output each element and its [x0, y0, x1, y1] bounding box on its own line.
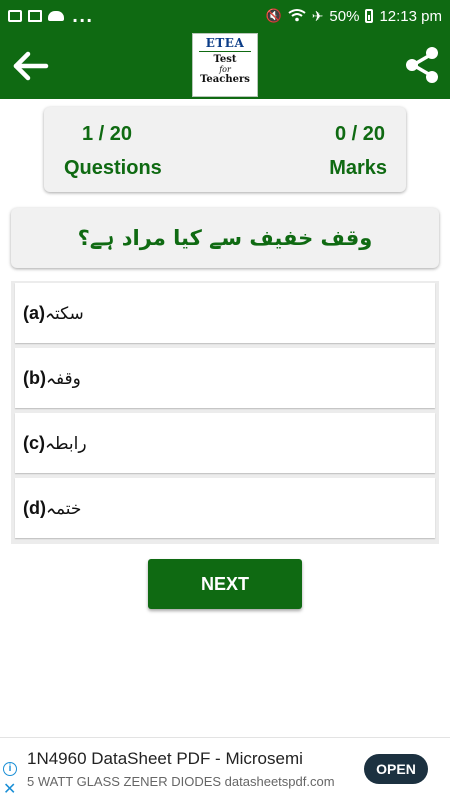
notification-icons: ...: [8, 7, 93, 26]
logo-line-teachers: Teachers: [200, 74, 250, 85]
ad-info-icon[interactable]: i: [3, 762, 17, 776]
system-status: 🔇 ✈ 50% 12:13 pm: [266, 8, 443, 25]
more-notifications-indicator: ...: [72, 6, 94, 26]
option-d[interactable]: (d) ختمہ: [15, 478, 435, 538]
option-letter: (b): [23, 367, 46, 388]
option-b[interactable]: (b) وقفہ: [15, 348, 435, 408]
option-a[interactable]: (a) سکتہ: [15, 283, 435, 343]
option-text: سکتہ: [45, 303, 84, 324]
ad-open-button[interactable]: OPEN: [364, 754, 428, 784]
ad-title[interactable]: 1N4960 DataSheet PDF - Microsemi: [27, 749, 303, 769]
question-text: وقف خفیف سے کیا مراد ہے؟: [77, 226, 373, 250]
option-text: وقفہ: [45, 368, 81, 389]
arrow-left-icon: [13, 51, 49, 81]
wifi-icon: [288, 8, 306, 25]
mute-icon: 🔇: [265, 8, 282, 23]
back-button[interactable]: [12, 50, 50, 82]
status-bar: ... 🔇 ✈ 50% 12:13 pm: [0, 0, 450, 32]
incognito-notification-icon: [48, 11, 64, 21]
option-c[interactable]: (c) رابطہ: [15, 413, 435, 473]
questions-label: Questions: [64, 157, 162, 179]
option-letter: (a): [23, 302, 45, 323]
share-button[interactable]: [404, 46, 440, 84]
option-text: رابطہ: [45, 433, 87, 454]
option-letter: (d): [23, 497, 46, 518]
option-text: ختمہ: [45, 498, 82, 519]
question-card: وقف خفیف سے کیا مراد ہے؟: [11, 208, 439, 268]
answer-options: (a) سکتہ (b) وقفہ (c) رابطہ (d) ختمہ: [11, 281, 439, 544]
ad-close-icon[interactable]: ✕: [3, 782, 16, 798]
logo-line-for: for: [219, 65, 231, 74]
logo-line-test: Test: [213, 54, 237, 65]
image-notification-icon: [8, 10, 22, 22]
ad-subtitle: 5 WATT GLASS ZENER DIODES datasheetspdf.…: [27, 774, 335, 789]
battery-percentage: 50%: [329, 7, 360, 25]
share-icon: [406, 47, 438, 83]
questions-count: 1 / 20: [82, 123, 133, 145]
next-button[interactable]: NEXT: [148, 559, 302, 609]
logo-title: ETEA: [199, 36, 251, 52]
marks-count: 0 / 20: [334, 123, 385, 145]
flipboard-notification-icon: [28, 10, 42, 22]
app-logo: ETEA Test for Teachers: [192, 33, 258, 97]
clock: 12:13 pm: [379, 7, 442, 25]
battery-icon: [365, 9, 374, 23]
marks-label: Marks: [329, 157, 387, 179]
score-card: 1 / 20 Questions 0 / 20 Marks: [44, 107, 406, 192]
app-bar: ETEA Test for Teachers: [0, 32, 450, 99]
airplane-mode-icon: ✈: [311, 7, 324, 24]
ad-banner[interactable]: i ✕ 1N4960 DataSheet PDF - Microsemi 5 W…: [0, 737, 450, 800]
option-letter: (c): [23, 432, 45, 453]
